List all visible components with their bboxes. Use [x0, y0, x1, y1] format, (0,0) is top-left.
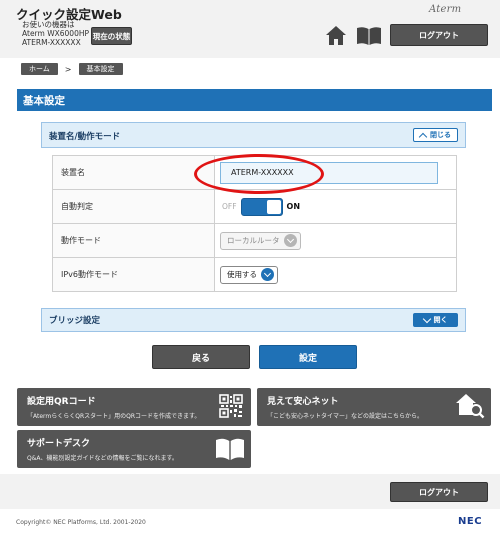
header: クイック設定Web お使いの機器は Aterm WX6000HP ATERM-X…	[0, 0, 500, 58]
collapse-button-label: 閉じる	[430, 131, 451, 139]
safe-net-tile[interactable]: 見えて安心ネット 「こども安心ネットタイマー」などの設定はこちらから。	[257, 388, 491, 426]
home-icon[interactable]	[325, 25, 347, 46]
panel-bridge: ブリッジ設定 開く	[41, 308, 466, 332]
page-title: 基本設定	[17, 89, 492, 111]
expand-button-label: 開く	[433, 316, 448, 324]
panel-device-mode-title: 装置名/動作モード	[49, 131, 121, 142]
breadcrumb-separator: >	[64, 64, 72, 74]
device-info-line: お使いの機器は	[22, 20, 75, 29]
back-button[interactable]: 戻る	[152, 345, 250, 369]
table-row: IPv6動作モード 使用する	[52, 257, 457, 292]
support-desk-tile-title: サポートデスク	[27, 439, 91, 449]
support-desk-tile-desc: Q&A、機能別設定ガイドなどの情報をご覧になれます。	[27, 455, 178, 462]
chevron-down-icon	[283, 234, 297, 247]
auto-detect-label: 自動判定	[52, 189, 215, 224]
brand-logo: Aterm	[429, 4, 462, 15]
toggle-knob	[266, 199, 281, 214]
manual-book-icon[interactable]	[356, 26, 382, 46]
ipv6-mode-label: IPv6動作モード	[52, 257, 215, 292]
breadcrumb-current: 基本設定	[78, 63, 123, 75]
auto-detect-switch-group: OFF ON	[220, 197, 456, 216]
breadcrumb-home[interactable]: ホーム	[21, 63, 58, 75]
panel-device-mode: 装置名/動作モード 閉じる	[41, 122, 466, 148]
highlight-annotation	[194, 154, 324, 194]
device-id: ATERM-XXXXXX	[22, 38, 81, 47]
logout-button-top[interactable]: ログアウト	[390, 24, 488, 46]
auto-detect-toggle[interactable]	[240, 197, 283, 216]
home-search-icon	[456, 394, 485, 419]
table-row: 自動判定 OFF ON	[52, 189, 457, 224]
chevron-down-icon	[261, 268, 274, 281]
copyright: Copyright© NEC Platforms, Ltd. 2001-2020	[16, 519, 146, 526]
chevron-down-icon	[422, 314, 431, 323]
operation-mode-value: ローカルルータ	[227, 236, 280, 245]
qr-code-tile-title: 設定用QRコード	[27, 397, 96, 407]
panel-bridge-title: ブリッジ設定	[49, 316, 101, 326]
breadcrumb: ホーム > 基本設定	[21, 62, 123, 76]
qr-code-tile[interactable]: 設定用QRコード 「AtermらくらくQRスタート」用のQRコードを作成できます…	[17, 388, 251, 426]
logout-button-bottom[interactable]: ログアウト	[390, 482, 488, 502]
switch-on-label: ON	[286, 202, 301, 211]
open-book-icon	[216, 438, 244, 460]
current-status-button[interactable]: 現在の状態	[91, 27, 132, 45]
auto-detect-cell: OFF ON	[214, 189, 457, 224]
operation-mode-select: ローカルルータ	[220, 231, 301, 250]
device-info: お使いの機器は Aterm WX6000HP ATERM-XXXXXX	[22, 20, 89, 47]
switch-off-label: OFF	[222, 202, 237, 211]
ipv6-mode-cell: 使用する	[214, 257, 457, 292]
collapse-button[interactable]: 閉じる	[413, 128, 458, 142]
device-name-label: 装置名	[52, 155, 215, 190]
maker-logo: NEC	[458, 516, 483, 527]
chevron-up-icon	[418, 132, 428, 141]
device-model: Aterm WX6000HP	[22, 29, 89, 38]
safe-net-tile-title: 見えて安心ネット	[267, 397, 339, 407]
ipv6-mode-value: 使用する	[227, 270, 257, 279]
qr-code-tile-desc: 「AtermらくらくQRスタート」用のQRコードを作成できます。	[27, 413, 201, 420]
safe-net-tile-desc: 「こども安心ネットタイマー」などの設定はこちらから。	[267, 413, 424, 420]
support-desk-tile[interactable]: サポートデスク Q&A、機能別設定ガイドなどの情報をご覧になれます。	[17, 430, 251, 468]
table-row: 動作モード ローカルルータ	[52, 223, 457, 258]
ipv6-mode-select[interactable]: 使用する	[220, 265, 278, 284]
qr-code-icon	[219, 394, 243, 418]
operation-mode-cell: ローカルルータ	[214, 223, 457, 258]
expand-button[interactable]: 開く	[413, 313, 458, 327]
apply-button[interactable]: 設定	[259, 345, 357, 369]
operation-mode-label: 動作モード	[52, 223, 215, 258]
